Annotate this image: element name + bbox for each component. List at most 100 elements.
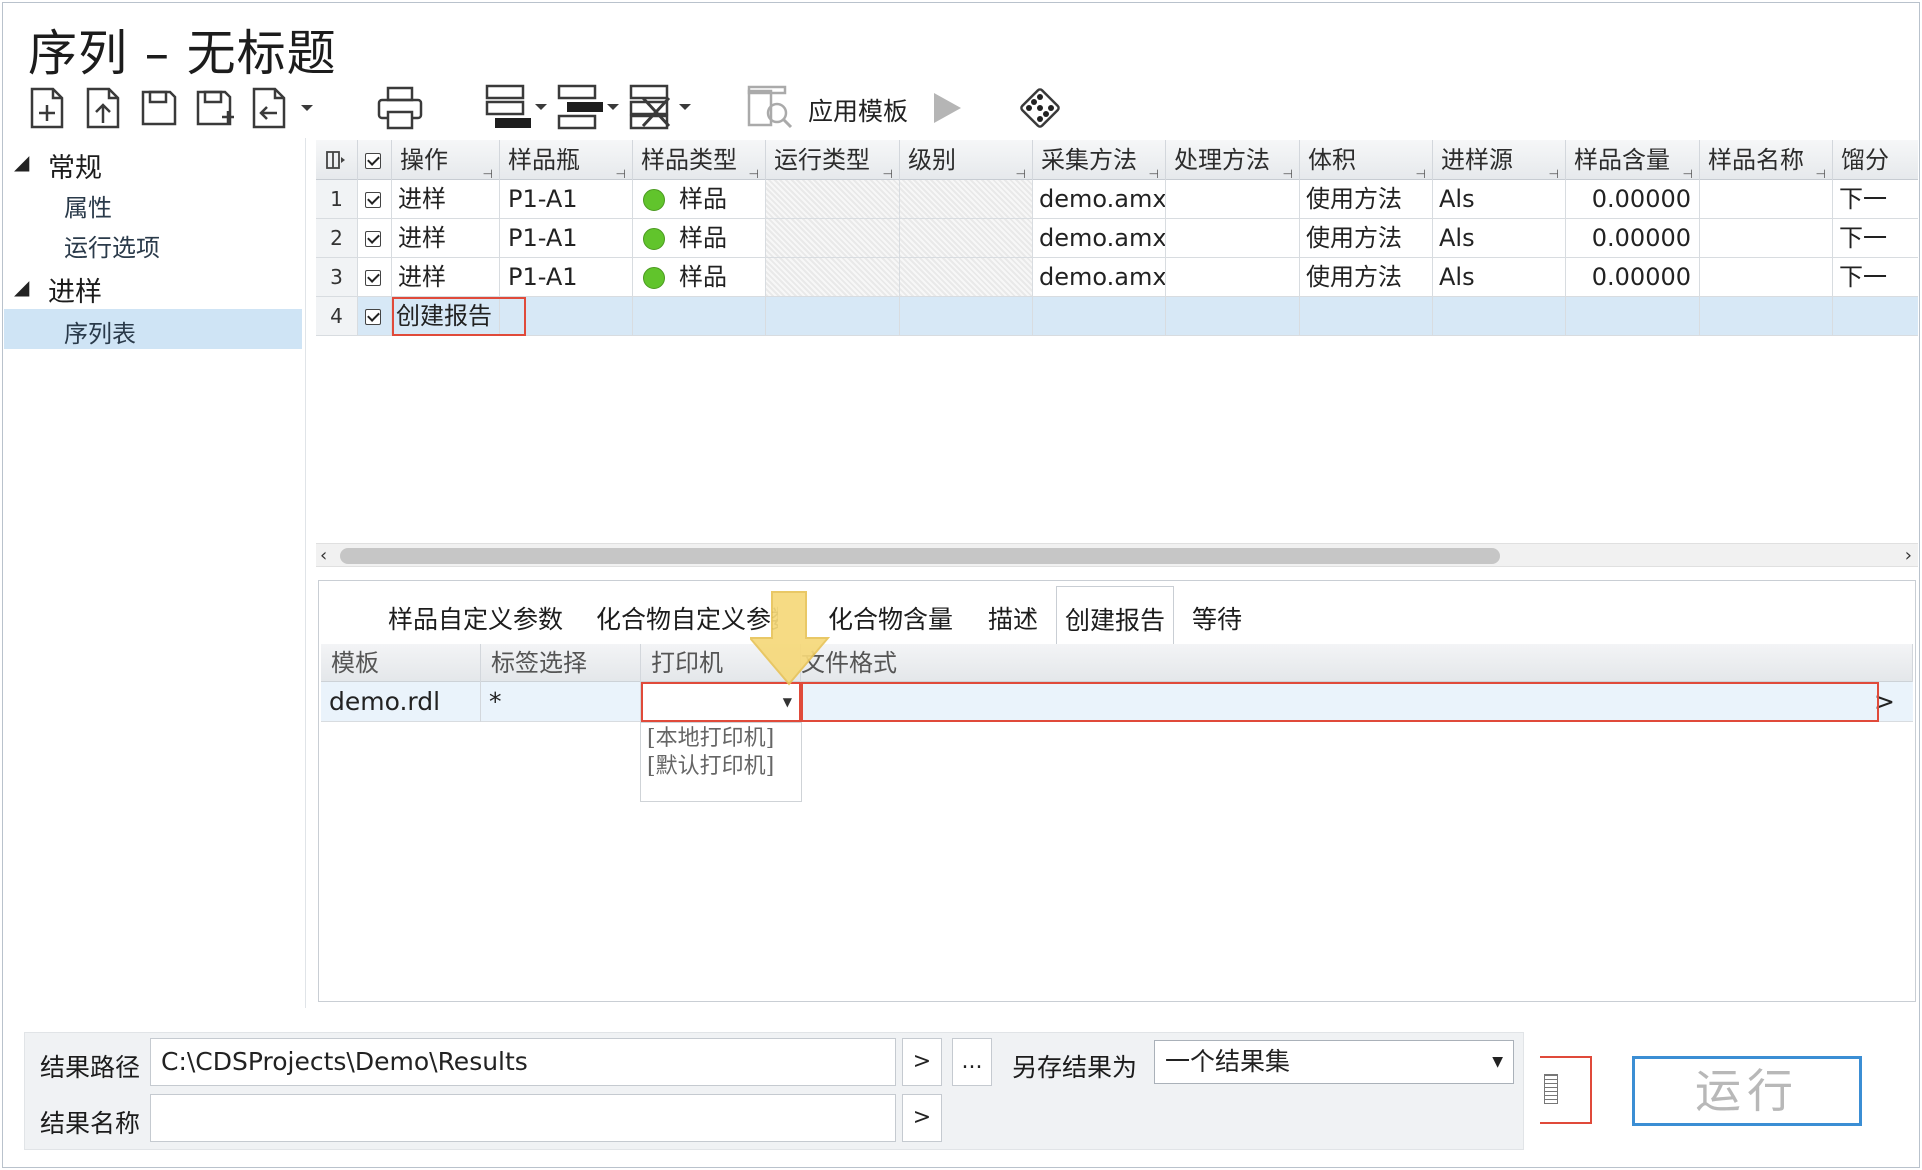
scroll-right-icon[interactable]: › (1905, 544, 1912, 568)
cell-volume[interactable]: 使用方法 (1300, 258, 1433, 296)
column-header-volume[interactable]: 体积 ⊣ (1300, 140, 1433, 180)
result-path-browse-button[interactable]: > (902, 1038, 942, 1086)
cell-sample-type[interactable]: 样品 (633, 258, 766, 296)
cell-sample-name[interactable] (1700, 297, 1833, 335)
scroll-left-icon[interactable]: ‹ (320, 544, 327, 568)
cell-source[interactable] (1433, 297, 1566, 335)
cell-sample-name[interactable] (1700, 219, 1833, 257)
new-file-icon[interactable] (26, 86, 68, 130)
row-checkbox[interactable] (358, 297, 392, 335)
cell-fraction[interactable]: 下一 (1833, 180, 1918, 218)
save-results-as-select[interactable]: 一个结果集 ▼ (1154, 1040, 1514, 1084)
tab-wait[interactable]: 等待 (1192, 600, 1242, 636)
column-header-action[interactable]: 操作 ⊣ (392, 140, 500, 180)
printer-option-local[interactable]: [本地打印机] (647, 725, 795, 753)
column-header-sample-name[interactable]: 样品名称 ⊣ (1700, 140, 1833, 180)
insert-row-below-icon[interactable] (556, 84, 626, 130)
tab-description[interactable]: 描述 (988, 600, 1038, 636)
column-header-amount[interactable]: 样品含量 ⊣ (1566, 140, 1700, 180)
handle-icon[interactable] (1544, 1074, 1558, 1104)
column-header-fraction[interactable]: 馏分 (1833, 140, 1918, 180)
cell-proc-method[interactable] (1166, 297, 1300, 335)
cell-amount[interactable]: 0.00000 (1566, 219, 1700, 257)
cell-volume[interactable]: 使用方法 (1300, 180, 1433, 218)
apply-template-label[interactable]: 应用模板 (808, 92, 908, 128)
cell-amount[interactable]: 0.00000 (1566, 180, 1700, 218)
chevron-down-icon[interactable]: ▼ (1492, 1041, 1503, 1083)
printer-option-default[interactable]: [默认打印机] (647, 753, 795, 781)
result-name-input[interactable] (150, 1094, 896, 1142)
column-header-acq-method[interactable]: 采集方法 ⊣ (1033, 140, 1166, 180)
cell-volume[interactable] (1300, 297, 1433, 335)
cell-source[interactable]: Als (1433, 219, 1566, 257)
cell-fraction[interactable]: 下一 (1833, 219, 1918, 257)
cell-level[interactable] (900, 297, 1033, 335)
cell-proc-method[interactable] (1166, 219, 1300, 257)
collapse-icon[interactable]: ◢ (14, 150, 29, 174)
result-path-ellipsis-button[interactable]: ... (952, 1038, 992, 1086)
cell-run-type[interactable] (766, 297, 900, 335)
cell-vial[interactable]: P1-A1 (500, 180, 633, 218)
cell-acq-method[interactable]: demo.amx (1033, 180, 1166, 218)
nav-item-sequence-table[interactable]: 序列表 (64, 314, 136, 349)
cell-vial[interactable]: P1-A1 (500, 219, 633, 257)
nav-item-run-options[interactable]: 运行选项 (64, 228, 160, 263)
cell-sample-name[interactable] (1700, 258, 1833, 296)
cell-fraction[interactable]: 下一 (1833, 258, 1918, 296)
scrollbar-thumb[interactable] (340, 548, 1500, 564)
cell-source[interactable]: Als (1433, 180, 1566, 218)
column-header-source[interactable]: 进样源 ⊣ (1433, 140, 1566, 180)
template-icon[interactable] (744, 84, 796, 130)
row-checkbox[interactable] (358, 219, 392, 257)
column-header-run-type[interactable]: 运行类型 ⊣ (766, 140, 900, 180)
save-icon[interactable] (138, 86, 180, 130)
cell-amount[interactable] (1566, 297, 1700, 335)
column-header-file-format[interactable]: 文件格式 (801, 644, 1913, 682)
cell-label-selection[interactable]: * (481, 682, 641, 722)
cell-sample-type[interactable]: 样品 (633, 180, 766, 218)
cell-sample-type[interactable] (633, 297, 766, 335)
dice-icon[interactable] (1016, 84, 1064, 132)
delete-row-icon[interactable] (628, 84, 698, 130)
select-all-checkbox[interactable] (358, 140, 392, 180)
column-header-vial[interactable]: 样品瓶 ⊣ (500, 140, 633, 180)
table-row[interactable]: 1 进样 P1-A1 样品 demo.amx 使用方法 Als 0.00000 … (316, 180, 1918, 219)
cell-action[interactable]: 进样 (392, 258, 500, 296)
tab-sample-custom-params[interactable]: 样品自定义参数 (388, 600, 563, 636)
cell-acq-method[interactable] (1033, 297, 1166, 335)
column-header-proc-method[interactable]: 处理方法 ⊣ (1166, 140, 1300, 180)
cell-acq-method[interactable]: demo.amx (1033, 219, 1166, 257)
column-header-label-selection[interactable]: 标签选择 (481, 644, 641, 682)
print-icon[interactable] (374, 84, 426, 132)
column-header-sample-type[interactable]: 样品类型 ⊣ (633, 140, 766, 180)
nav-group-general[interactable]: 常规 (48, 146, 102, 185)
row-checkbox[interactable] (358, 180, 392, 218)
open-file-icon[interactable] (82, 86, 124, 130)
tab-compound-amount[interactable]: 化合物含量 (828, 600, 953, 636)
result-path-input[interactable]: C:\CDSProjects\Demo\Results (150, 1038, 896, 1086)
cell-action[interactable]: 进样 (392, 219, 500, 257)
column-chooser-icon[interactable] (316, 140, 358, 180)
row-checkbox[interactable] (358, 258, 392, 296)
nav-item-properties[interactable]: 属性 (64, 188, 112, 223)
cell-action[interactable]: 进样 (392, 180, 500, 218)
cell-volume[interactable]: 使用方法 (1300, 219, 1433, 257)
result-name-browse-button[interactable]: > (902, 1094, 942, 1142)
cell-amount[interactable]: 0.00000 (1566, 258, 1700, 296)
table-row[interactable]: 2 进样 P1-A1 样品 demo.amx 使用方法 Als 0.00000 … (316, 219, 1918, 258)
save-as-icon[interactable] (194, 86, 240, 130)
export-icon[interactable] (250, 86, 322, 130)
run-button[interactable]: 运行 (1632, 1056, 1862, 1126)
table-row[interactable]: 3 进样 P1-A1 样品 demo.amx 使用方法 Als 0.00000 … (316, 258, 1918, 297)
column-header-template[interactable]: 模板 (321, 644, 481, 682)
nav-group-injection[interactable]: 进样 (48, 270, 102, 309)
play-icon[interactable] (928, 88, 966, 128)
cell-template[interactable]: demo.rdl (321, 682, 481, 722)
column-header-level[interactable]: 级别 ⊣ (900, 140, 1033, 180)
table-row-selected[interactable]: 4 创建报告 (316, 297, 1918, 336)
cell-acq-method[interactable]: demo.amx (1033, 258, 1166, 296)
cell-sample-name[interactable] (1700, 180, 1833, 218)
tab-create-report[interactable]: 创建报告 (1056, 586, 1175, 644)
horizontal-scrollbar[interactable]: ‹ › (316, 543, 1918, 567)
cell-proc-method[interactable] (1166, 258, 1300, 296)
